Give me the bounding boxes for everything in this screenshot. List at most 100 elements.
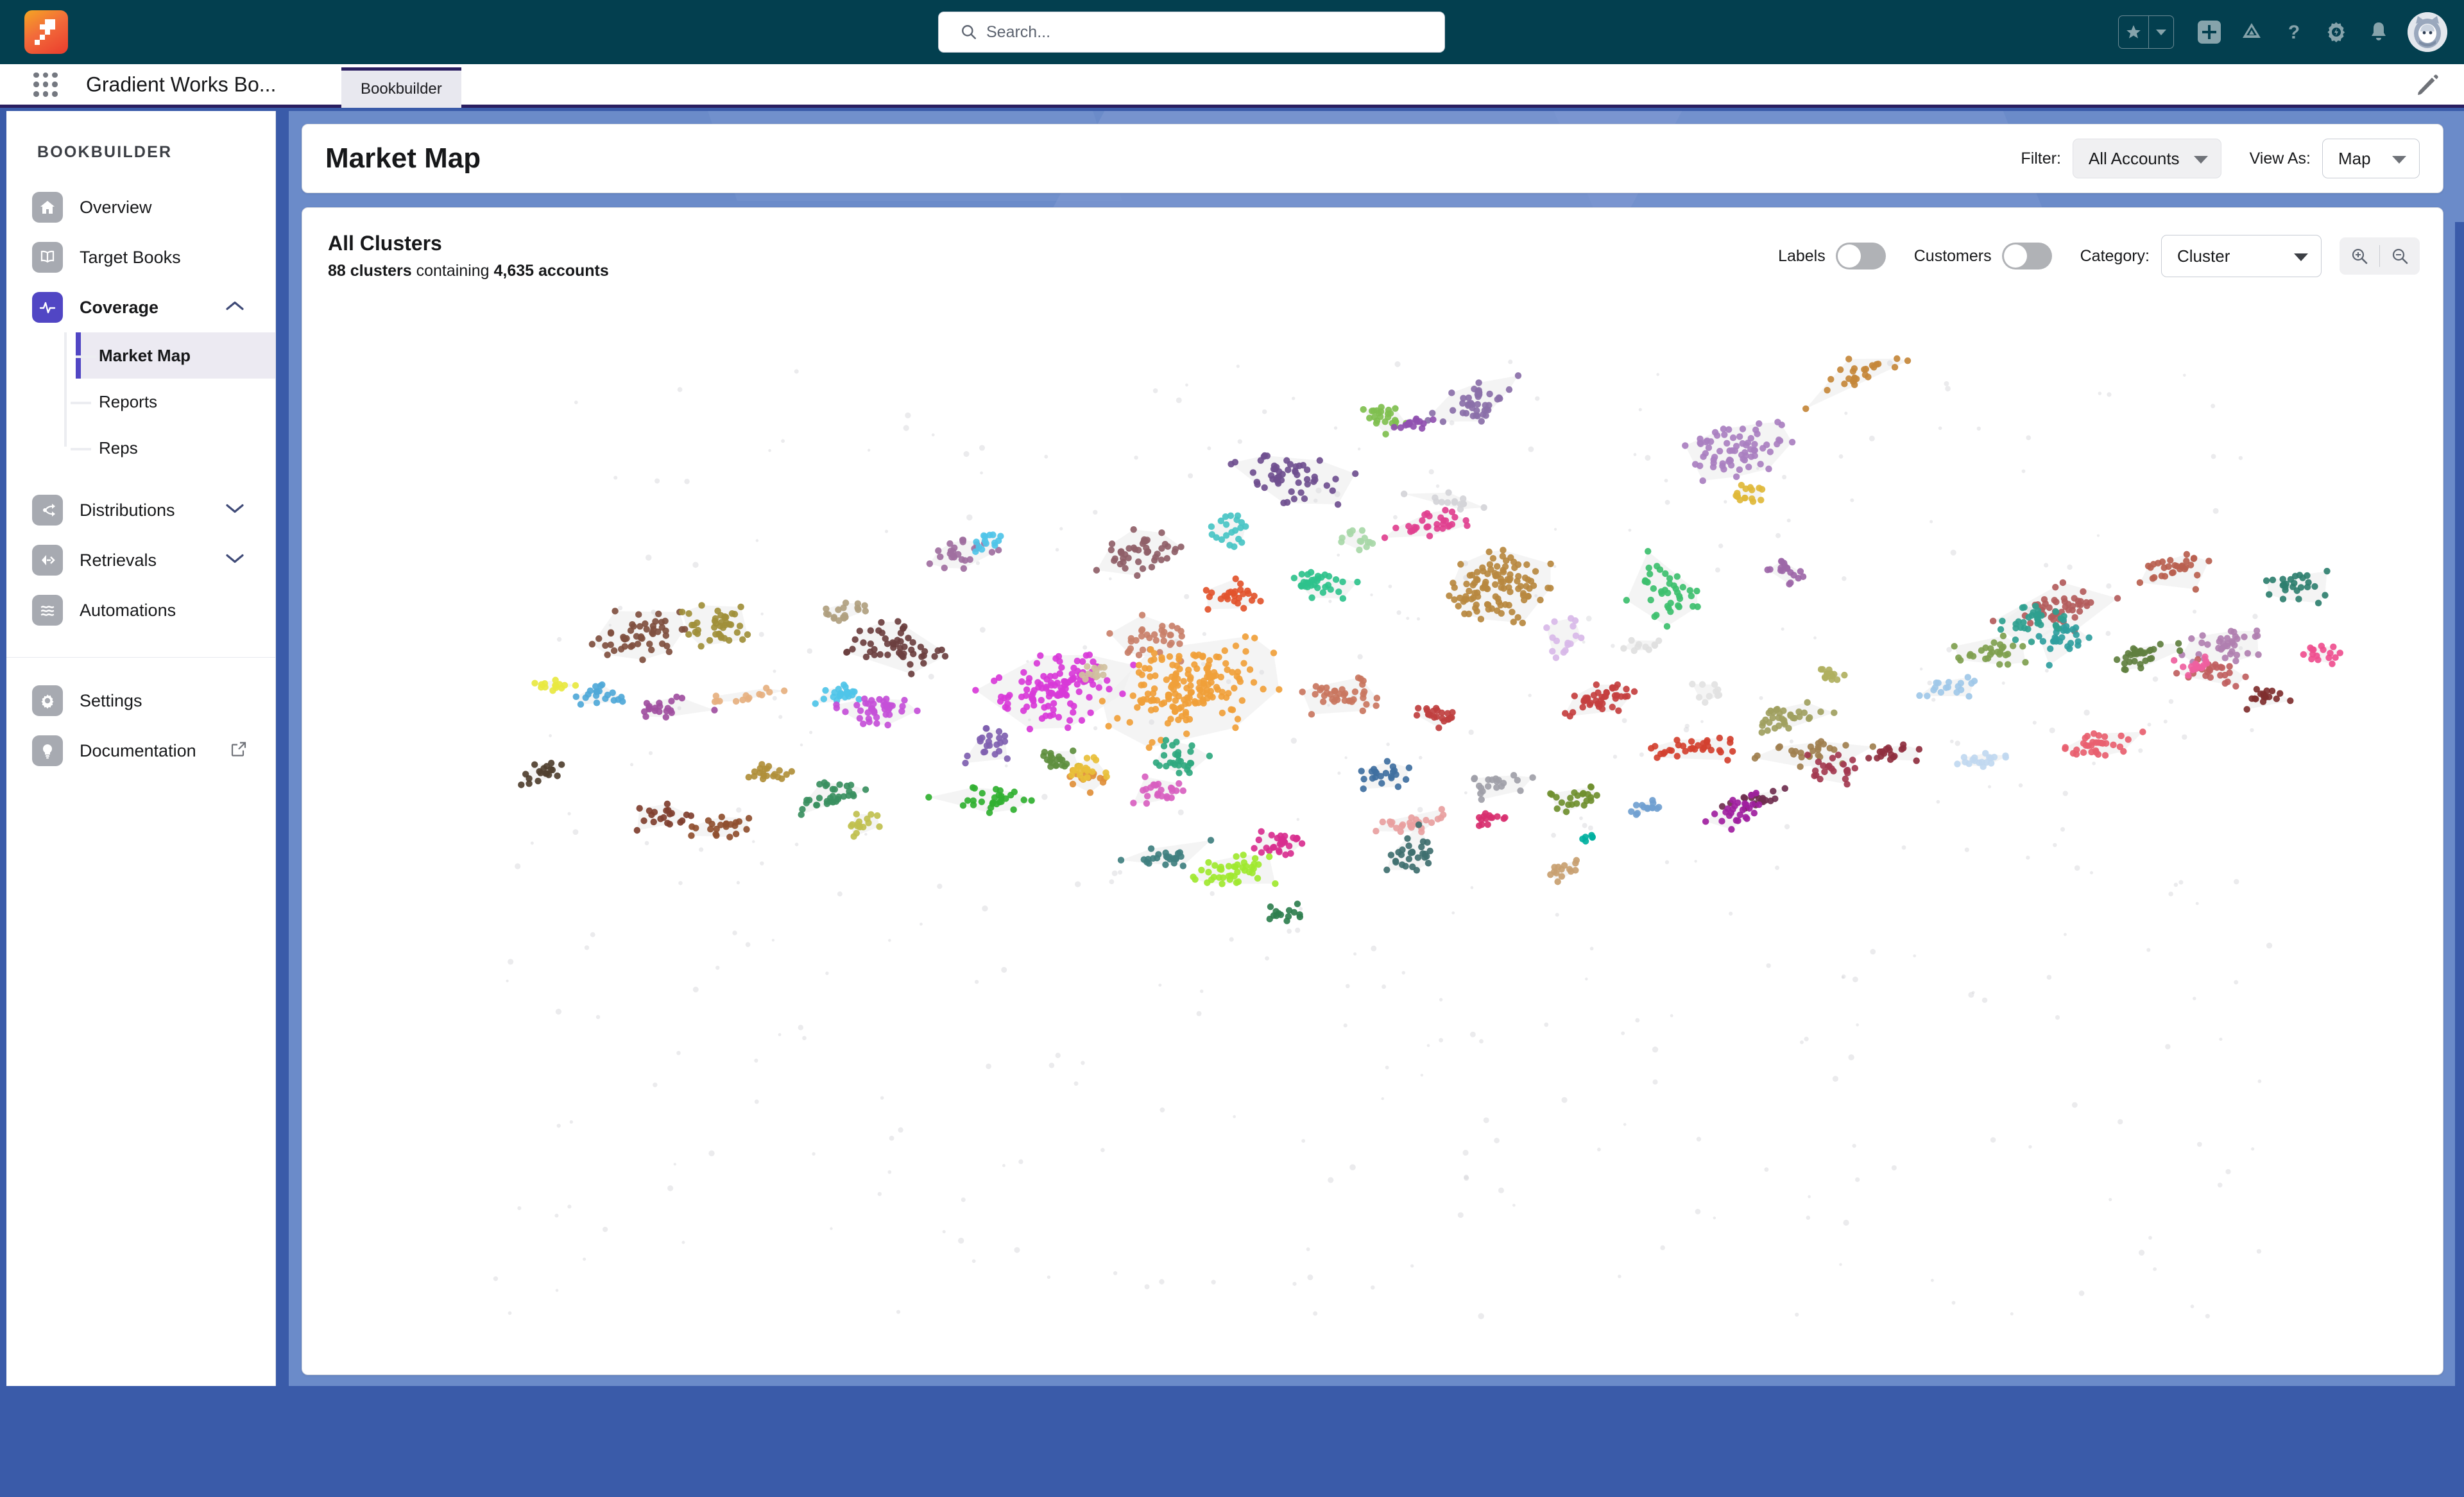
market-map-plot[interactable] <box>302 304 2443 1374</box>
retrieve-icon <box>32 545 63 576</box>
cluster-point <box>1319 698 1327 705</box>
labels-toggle[interactable] <box>1835 243 1886 269</box>
cluster-point <box>1129 692 1136 699</box>
chevron-down-icon[interactable] <box>225 553 244 568</box>
cluster-point <box>830 693 837 701</box>
cluster-point <box>714 697 721 705</box>
cluster-point <box>1303 475 1311 483</box>
gear-icon[interactable] <box>2315 11 2357 53</box>
cluster-point <box>878 629 886 637</box>
global-search[interactable]: Search... <box>938 12 1445 53</box>
cluster-point <box>1163 762 1170 770</box>
cluster-point <box>1075 688 1083 696</box>
cluster-point <box>1070 747 1077 755</box>
external-link-icon[interactable] <box>230 741 247 761</box>
cluster-point <box>1217 673 1225 681</box>
favorites-group[interactable] <box>2118 15 2174 49</box>
cluster-point <box>2046 662 2053 669</box>
sidebar-item-coverage[interactable]: Coverage <box>6 282 275 332</box>
cluster-point <box>1026 725 1034 733</box>
sidebar-item-distributions[interactable]: Distributions <box>6 485 275 535</box>
cluster-point <box>1489 554 1497 562</box>
cluster-point <box>1835 751 1842 758</box>
cluster-point <box>1371 413 1378 421</box>
cluster-point <box>1341 690 1349 697</box>
avatar[interactable] <box>2408 12 2447 52</box>
cluster-point <box>1404 835 1411 843</box>
cluster-point <box>1231 543 1238 551</box>
cluster-point <box>1106 629 1113 637</box>
cluster-point <box>1460 500 1467 508</box>
cluster-point <box>1480 504 1487 511</box>
cluster-point <box>1172 670 1180 677</box>
cluster-point <box>822 687 829 694</box>
category-select[interactable]: Cluster <box>2161 235 2322 277</box>
cluster-point <box>905 635 912 642</box>
cluster-point <box>1402 776 1410 783</box>
trailhead-icon[interactable] <box>2230 11 2273 53</box>
pencil-icon[interactable] <box>2414 72 2440 98</box>
cluster-point <box>920 660 927 667</box>
bell-icon[interactable] <box>2357 11 2400 53</box>
cluster-point <box>871 651 878 658</box>
customers-toggle[interactable] <box>2001 243 2052 269</box>
gradient-works-logo[interactable] <box>24 10 68 54</box>
cluster-point <box>2027 619 2034 627</box>
view-as-select[interactable]: Map <box>2322 139 2420 178</box>
cluster-point <box>1168 742 1176 749</box>
cluster-point <box>1956 656 1964 664</box>
zoom-in-icon[interactable] <box>2340 246 2379 266</box>
cluster-point <box>859 720 867 728</box>
chevron-down-icon <box>2294 246 2308 266</box>
cluster-point <box>1644 547 1652 555</box>
cluster-point <box>1623 685 1630 693</box>
app-name[interactable]: Gradient Works Bo... <box>86 73 276 96</box>
cluster-point <box>1489 776 1496 783</box>
favorites-caret-icon[interactable] <box>2149 16 2173 48</box>
sidebar-item-overview[interactable]: Overview <box>6 182 275 232</box>
plus-icon[interactable] <box>2188 11 2230 53</box>
cluster-subtitle: 88 clusters containing 4,635 accounts <box>328 262 609 280</box>
cluster-point <box>2194 572 2201 579</box>
cluster-point <box>662 632 670 639</box>
cluster-point <box>2053 598 2060 606</box>
sidebar-item-market-map[interactable]: Market Map <box>76 332 275 379</box>
sidebar-item-reps[interactable]: Reps <box>71 425 275 471</box>
sidebar-item-settings[interactable]: Settings <box>6 676 275 726</box>
chevron-up-icon[interactable] <box>225 300 244 315</box>
map-toolbar: All Clusters 88 clusters containing 4,63… <box>302 208 2443 282</box>
cluster-point <box>640 817 647 825</box>
cluster-point <box>868 697 875 704</box>
sidebar-item-documentation[interactable]: Documentation <box>6 726 275 776</box>
tab-bookbuilder[interactable]: Bookbuilder <box>341 67 461 108</box>
cluster-point <box>1435 724 1442 731</box>
cluster-point <box>1219 709 1226 717</box>
cluster-point <box>1149 739 1156 746</box>
cluster-point <box>1084 663 1091 670</box>
favorites-star-icon[interactable] <box>2119 16 2148 48</box>
cluster-scatter-svg[interactable] <box>302 304 2443 1374</box>
cluster-point <box>937 553 944 560</box>
sidebar-item-target-books[interactable]: Target Books <box>6 232 275 282</box>
zoom-out-icon[interactable] <box>2380 246 2420 266</box>
cluster-point <box>1394 783 1402 791</box>
cluster-point <box>1360 775 1367 783</box>
cluster-point <box>1724 757 1731 764</box>
cluster-point <box>1235 878 1242 885</box>
sidebar-item-automations[interactable]: Automations <box>6 585 275 635</box>
chevron-down-icon[interactable] <box>225 503 244 518</box>
cluster-point <box>1702 699 1709 706</box>
cluster-point <box>908 646 915 654</box>
sidebar-item-retrievals[interactable]: Retrievals <box>6 535 275 585</box>
cluster-point <box>830 613 838 621</box>
question-icon[interactable]: ? <box>2273 11 2315 53</box>
filter-select[interactable]: All Accounts <box>2072 139 2221 178</box>
app-launcher-icon[interactable] <box>31 70 60 99</box>
cluster-point <box>1158 654 1165 661</box>
cluster-point <box>733 629 741 636</box>
cluster-point <box>1899 741 1907 748</box>
cluster-point <box>1379 818 1386 826</box>
sidebar-item-reports[interactable]: Reports <box>71 379 275 425</box>
cluster-point <box>1478 418 1485 425</box>
cluster-point <box>2300 651 2307 658</box>
